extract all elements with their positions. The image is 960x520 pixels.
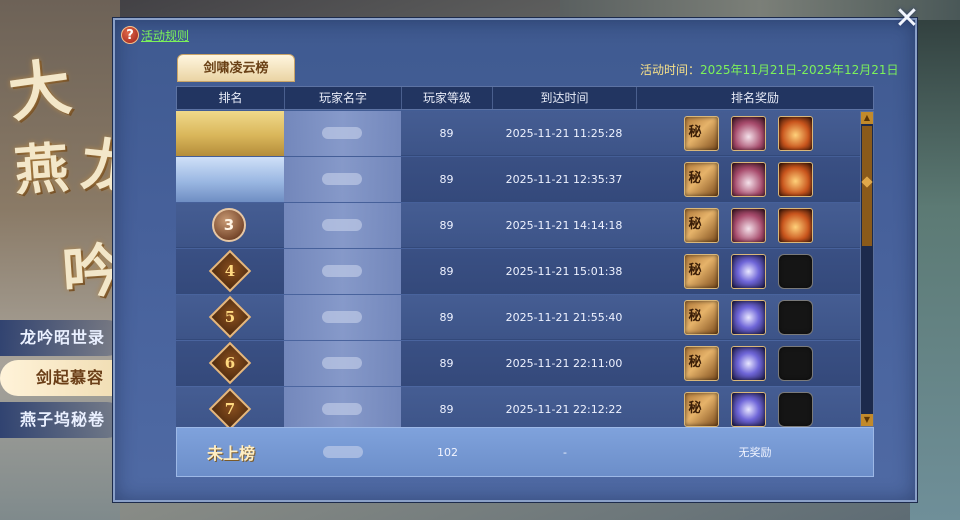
table-row: 6 89 2025-11-21 22:11:00 — [176, 340, 860, 386]
rank-number: 5 — [224, 307, 236, 326]
bronze-medal-icon: 3 — [212, 207, 246, 242]
player-level: 89 — [439, 310, 454, 324]
self-rank-row: 未上榜 102 - 无奖励 — [176, 427, 874, 477]
rank-cell: 6 — [176, 341, 284, 386]
crystal-icon[interactable] — [730, 345, 766, 381]
player-level: 89 — [439, 126, 454, 140]
player-name-blurred — [284, 156, 401, 202]
potion-icon[interactable] — [730, 207, 766, 243]
scroll-up-icon[interactable]: ▲ — [861, 112, 873, 124]
table-row: 89 2025-11-21 12:35:37 — [176, 156, 860, 202]
rank-number: 6 — [224, 353, 236, 372]
rank-number: 7 — [224, 399, 236, 418]
crystal-icon[interactable] — [730, 299, 766, 335]
player-name-blurred — [284, 386, 401, 427]
col-rank-reward: 排名奖励 — [730, 91, 779, 105]
arrival-time: 2025-11-21 12:35:37 — [505, 172, 623, 186]
player-name-blurred — [284, 294, 401, 340]
crystal-icon[interactable] — [730, 253, 766, 289]
col-arrival-time: 到达时间 — [493, 87, 637, 109]
scroll-icon[interactable] — [683, 345, 719, 381]
table-row: 4 89 2025-11-21 15:01:38 — [176, 248, 860, 294]
player-name-blurred — [284, 202, 401, 248]
player-level: 89 — [439, 402, 454, 416]
side-menu-item-yanziwu[interactable]: 燕子坞秘卷 — [0, 402, 125, 438]
self-time: - — [563, 445, 567, 459]
fire-pack-icon[interactable] — [777, 161, 813, 197]
scroll-icon[interactable] — [683, 207, 719, 243]
arrival-time: 2025-11-21 15:01:38 — [505, 264, 623, 278]
table-body[interactable]: 89 2025-11-21 11:25:28 89 2025-11-21 12:35:… — [176, 111, 860, 427]
empty-slot[interactable] — [777, 345, 813, 381]
empty-slot[interactable] — [777, 391, 813, 427]
player-level: 89 — [439, 264, 454, 278]
scroll-icon[interactable] — [683, 299, 719, 335]
reward-items — [636, 253, 860, 289]
rank-cell: 5 — [176, 295, 284, 340]
event-time-range: 2025年11月21日-2025年12月21日 — [700, 63, 899, 77]
player-name-blurred — [284, 248, 401, 294]
col-player-level: 玩家等级 — [402, 87, 493, 109]
rank-cell — [176, 156, 284, 202]
scroll-icon[interactable] — [683, 161, 719, 197]
reward-items — [636, 115, 860, 151]
col-rank: 排名 — [177, 87, 285, 109]
table-row: 3 89 2025-11-21 14:14:18 — [176, 202, 860, 248]
fire-pack-icon[interactable] — [777, 115, 813, 151]
table-row: 5 89 2025-11-21 21:55:40 — [176, 294, 860, 340]
player-level: 89 — [439, 218, 454, 232]
scroll-down-icon[interactable]: ▼ — [861, 414, 873, 426]
self-name-blurred — [285, 428, 402, 476]
player-level: 89 — [439, 356, 454, 370]
potion-icon[interactable] — [730, 115, 766, 151]
arrival-time: 2025-11-21 11:25:28 — [505, 126, 623, 140]
rules-link[interactable]: 活动规则 — [141, 27, 189, 44]
fire-pack-icon[interactable] — [777, 207, 813, 243]
empty-slot[interactable] — [777, 299, 813, 335]
rank-cell: 4 — [176, 249, 284, 294]
arrival-time: 2025-11-21 22:12:22 — [505, 402, 623, 416]
player-name-blurred — [284, 111, 401, 156]
reward-items — [636, 207, 860, 243]
table-row: 7 89 2025-11-21 22:12:22 — [176, 386, 860, 427]
reward-items — [636, 345, 860, 381]
crystal-icon[interactable] — [730, 391, 766, 427]
rank-cell — [176, 111, 284, 156]
background-right-scenery — [910, 0, 960, 520]
self-level: 102 — [437, 445, 458, 459]
scroll-icon[interactable] — [683, 253, 719, 289]
rank-number: 4 — [224, 261, 236, 280]
reward-items — [636, 299, 860, 335]
table-header: 排名 玩家名字 玩家等级 到达时间 排名奖励 — [176, 86, 874, 110]
rank-cell: 3 — [176, 203, 284, 248]
player-level: 89 — [439, 172, 454, 186]
rank-first-highlight — [176, 111, 284, 156]
self-rank: 未上榜 — [206, 444, 255, 463]
arrival-time: 2025-11-21 14:14:18 — [505, 218, 623, 232]
side-menu-item-longyin[interactable]: 龙吟昭世录 — [0, 320, 125, 356]
scroll-icon[interactable] — [683, 391, 719, 427]
potion-icon[interactable] — [730, 161, 766, 197]
event-time: 活动时间：2025年11月21日-2025年12月21日 — [640, 61, 899, 78]
table-scrollbar[interactable]: ▲ ▼ — [860, 111, 874, 427]
empty-slot[interactable] — [777, 253, 813, 289]
rank-second-highlight — [176, 156, 284, 202]
scroll-icon[interactable] — [683, 115, 719, 151]
close-icon[interactable]: ✕ — [890, 2, 924, 36]
help-icon[interactable]: ? — [121, 26, 139, 44]
player-name-blurred — [284, 340, 401, 386]
table-row: 89 2025-11-21 11:25:28 — [176, 111, 860, 156]
arrival-time: 2025-11-21 22:11:00 — [505, 356, 623, 370]
event-time-label: 活动时间： — [640, 63, 701, 77]
self-reward: 无奖励 — [738, 446, 772, 459]
reward-items — [636, 391, 860, 427]
reward-items — [636, 161, 860, 197]
arrival-time: 2025-11-21 21:55:40 — [505, 310, 623, 324]
col-player-name: 玩家名字 — [285, 87, 402, 109]
rank-cell: 7 — [176, 387, 284, 427]
tab-ranking[interactable]: 剑啸凌云榜 — [177, 54, 295, 82]
